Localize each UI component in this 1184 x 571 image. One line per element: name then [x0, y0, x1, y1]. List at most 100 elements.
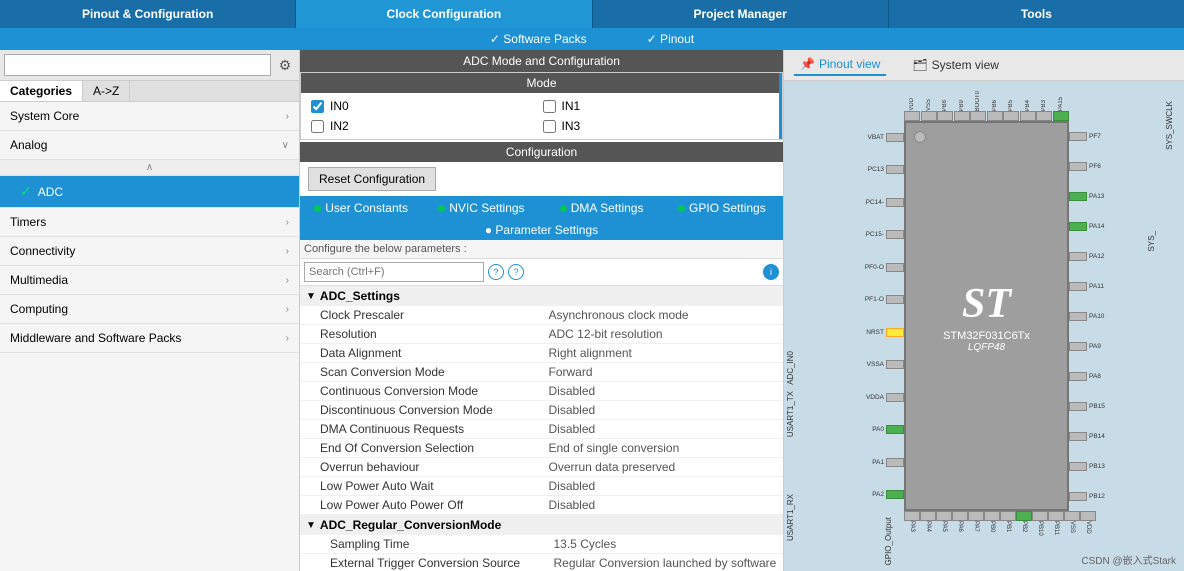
chevron-right-icon: ›: [286, 275, 289, 286]
sidebar-item-computing[interactable]: Computing ›: [0, 295, 299, 324]
pin-pa5-bot[interactable]: PA5: [936, 511, 952, 532]
tab-nvic[interactable]: NVIC Settings: [422, 198, 540, 218]
param-row: DMA Continuous Requests Disabled: [300, 420, 783, 439]
right-blue-border: [779, 73, 782, 139]
pin-vdda[interactable]: VDDA: [824, 393, 904, 402]
pin-pa9[interactable]: PA9: [1069, 342, 1149, 351]
pin-pb4[interactable]: PB4: [1020, 100, 1036, 121]
pin-pb5[interactable]: PB5: [1003, 100, 1019, 121]
sidebar-item-timers[interactable]: Timers ›: [0, 208, 299, 237]
pin-pf6[interactable]: PF6: [1069, 162, 1149, 171]
pin-pa2[interactable]: PA2: [824, 490, 904, 499]
pin-pb10-bot[interactable]: PB10: [1032, 511, 1048, 536]
param-value: Right alignment: [549, 346, 778, 360]
pin-pa13[interactable]: PA13: [1069, 192, 1149, 201]
right-panel: 📌 Pinout view 🗂 System view SYS_SWCLK SY…: [784, 50, 1184, 571]
pin-pa6-bot[interactable]: PA6: [952, 511, 968, 532]
param-value: 13.5 Cycles: [554, 537, 778, 551]
tab-user-constants[interactable]: User Constants: [302, 198, 420, 218]
pin-pa10[interactable]: PA10: [1069, 312, 1149, 321]
pin-pb2-bot[interactable]: PB2: [1016, 511, 1032, 532]
pin-pa3-bot[interactable]: PA3: [904, 511, 920, 532]
dot-icon: [678, 205, 685, 212]
param-group-adc-settings: ▼ ADC_Settings Clock Prescaler Asynchron…: [300, 286, 783, 515]
question-icon-2[interactable]: ?: [508, 264, 524, 280]
check-icon: ✓: [20, 183, 32, 200]
pin-pa1[interactable]: PA1: [824, 458, 904, 467]
pin-pb15[interactable]: PB15: [1069, 402, 1149, 411]
pin-vss-bot[interactable]: VSS: [1064, 511, 1080, 533]
pinout-link[interactable]: ✓ Pinout: [647, 32, 694, 46]
pin-vss-top[interactable]: VSS: [921, 99, 937, 121]
checkbox-in2[interactable]: IN2: [311, 117, 541, 135]
pin-vbat[interactable]: VBAT: [824, 133, 904, 142]
pin-pa15[interactable]: PA15: [1053, 97, 1069, 121]
param-row: End Of Conversion Selection End of singl…: [300, 439, 783, 458]
pin-pa4-bot[interactable]: PA4: [920, 511, 936, 532]
pin-pb14[interactable]: PB14: [1069, 432, 1149, 441]
nav-project[interactable]: Project Manager: [593, 0, 889, 28]
pin-pb13[interactable]: PB13: [1069, 462, 1149, 471]
sidebar-item-adc[interactable]: ✓ ADC: [0, 176, 299, 208]
collapse-arrow-icon: ▼: [306, 520, 316, 531]
nav-pinout[interactable]: Pinout & Configuration: [0, 0, 296, 28]
tab-gpio[interactable]: GPIO Settings: [663, 198, 781, 218]
pin-pb12[interactable]: PB12: [1069, 492, 1149, 501]
param-name: DMA Continuous Requests: [320, 422, 549, 436]
mode-section: Mode IN0 IN1 IN2 IN3: [300, 72, 783, 140]
pin-pa7-bot[interactable]: PA7: [968, 511, 984, 532]
nav-clock[interactable]: Clock Configuration: [296, 0, 592, 28]
tab-dma[interactable]: DMA Settings: [543, 198, 661, 218]
checkbox-in0[interactable]: IN0: [311, 97, 541, 115]
pin-nrst[interactable]: NRST: [824, 328, 904, 337]
pin-pa8[interactable]: PA8: [1069, 372, 1149, 381]
sidebar-item-middleware[interactable]: Middleware and Software Packs ›: [0, 324, 299, 353]
pin-boot0[interactable]: BOOT0: [970, 91, 986, 121]
pin-pb9[interactable]: PB9: [954, 100, 970, 121]
pin-pb8[interactable]: PB8: [937, 100, 953, 121]
pin-pc15[interactable]: PC15-: [824, 230, 904, 239]
pin-pb11-bot[interactable]: PB11: [1048, 511, 1064, 535]
pin-pa0[interactable]: PA0: [824, 425, 904, 434]
params-search[interactable]: [304, 262, 484, 282]
pin-pb6[interactable]: PB6: [987, 100, 1003, 121]
tab-pinout-view[interactable]: 📌 Pinout view: [794, 54, 886, 76]
tab-system-view[interactable]: 🗂 System view: [906, 55, 1005, 75]
pin-pb0-bot[interactable]: PB0: [984, 511, 1000, 532]
pin-pa11[interactable]: PA11: [1069, 282, 1149, 291]
pin-vdd-bot[interactable]: VDD: [1080, 511, 1096, 534]
reset-config-button[interactable]: Reset Configuration: [308, 167, 436, 191]
sidebar-item-analog[interactable]: Analog ∨: [0, 131, 299, 160]
pin-pc13[interactable]: PC13: [824, 165, 904, 174]
gear-icon[interactable]: ⚙: [275, 55, 295, 75]
sidebar-search[interactable]: [4, 54, 271, 76]
pin-pb3[interactable]: PB3: [1036, 100, 1052, 121]
param-value: Disabled: [549, 384, 778, 398]
software-packs-link[interactable]: ✓ Software Packs: [490, 32, 587, 46]
pin-pa12[interactable]: PA12: [1069, 252, 1149, 261]
pin-vdd-top[interactable]: VDD: [904, 98, 920, 121]
pin-vssa[interactable]: VSSA: [824, 360, 904, 369]
pin-pa14[interactable]: PA14: [1069, 222, 1149, 231]
pin-pc14[interactable]: PC14-: [824, 198, 904, 207]
sidebar-item-system-core[interactable]: System Core ›: [0, 102, 299, 131]
tab-categories[interactable]: Categories: [0, 81, 83, 101]
pin-pf7[interactable]: PF7: [1069, 132, 1149, 141]
pin-pb1-bot[interactable]: PB1: [1000, 511, 1016, 532]
collapse-arrow-icon: ▼: [306, 291, 316, 302]
param-group-header-regular[interactable]: ▼ ADC_Regular_ConversionMode: [300, 515, 783, 535]
checkbox-in3[interactable]: IN3: [543, 117, 773, 135]
sidebar-item-connectivity[interactable]: Connectivity ›: [0, 237, 299, 266]
param-group-header-adc[interactable]: ▼ ADC_Settings: [300, 286, 783, 306]
params-header: Configure the below parameters :: [300, 240, 783, 259]
checkbox-in1[interactable]: IN1: [543, 97, 773, 115]
question-icon[interactable]: ?: [488, 264, 504, 280]
param-tab-active[interactable]: ● Parameter Settings: [300, 220, 783, 240]
nav-tools[interactable]: Tools: [889, 0, 1184, 28]
top-nav: Pinout & Configuration Clock Configurati…: [0, 0, 1184, 28]
pin-pf0[interactable]: PF0-O: [824, 263, 904, 272]
sidebar-item-multimedia[interactable]: Multimedia ›: [0, 266, 299, 295]
info-icon[interactable]: i: [763, 264, 779, 280]
pin-pf1[interactable]: PF1-O: [824, 295, 904, 304]
tab-atoz[interactable]: A->Z: [83, 81, 130, 101]
